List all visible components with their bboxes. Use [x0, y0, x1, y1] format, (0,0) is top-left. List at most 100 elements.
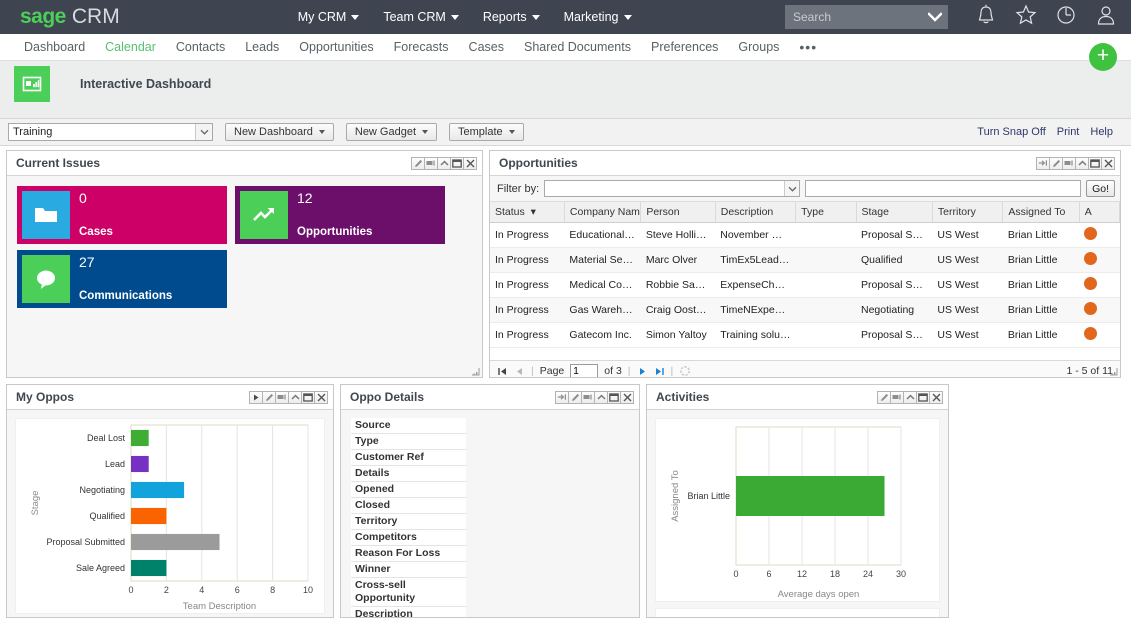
close-icon[interactable] — [620, 391, 634, 404]
prev-page-icon[interactable] — [514, 366, 525, 377]
pencil-icon[interactable] — [1049, 157, 1063, 170]
dashboard-select[interactable]: Training — [8, 123, 213, 141]
star-icon[interactable] — [1015, 3, 1037, 29]
global-search[interactable] — [785, 5, 948, 29]
refresh-icon[interactable] — [679, 365, 691, 377]
col-territory[interactable]: Territory — [932, 202, 1002, 222]
table-row[interactable]: In Progress Gas Warehou... Craig Oosthui… — [490, 297, 1120, 322]
minimize-icon[interactable] — [594, 391, 608, 404]
maximize-icon[interactable] — [607, 391, 621, 404]
new-gadget-button[interactable]: New Gadget — [346, 123, 437, 141]
tab-opportunities[interactable]: Opportunities — [289, 34, 383, 60]
table-row[interactable]: In Progress Educational S... Steve Holli… — [490, 222, 1120, 247]
my-oppos-chart-card: Deal LostLeadNegotiatingQualifiedProposa… — [15, 418, 325, 614]
col-type[interactable]: Type — [796, 202, 856, 222]
topnav-marketing[interactable]: Marketing — [564, 10, 632, 24]
pencil-icon[interactable] — [411, 157, 425, 170]
cell-avatar — [1079, 322, 1119, 347]
pencil-icon[interactable] — [568, 391, 582, 404]
play-icon[interactable] — [249, 391, 263, 404]
table-row[interactable]: In Progress Material Servi... Marc Olver… — [490, 247, 1120, 272]
pencil-icon[interactable] — [262, 391, 276, 404]
add-button[interactable]: + — [1089, 43, 1117, 71]
cell-person: Steve Hollinger — [641, 222, 715, 247]
collapse-left-icon[interactable] — [890, 391, 904, 404]
clock-icon[interactable] — [1055, 3, 1077, 29]
cell-company: Educational S... — [564, 222, 640, 247]
opportunities-pager: | Page of 3 | | 1 - 5 of 11 — [490, 360, 1120, 378]
next-page-icon[interactable] — [637, 366, 648, 377]
svg-text:Sale Agreed: Sale Agreed — [76, 563, 125, 573]
tab-more-menu[interactable]: ••• — [789, 34, 827, 60]
col-description[interactable]: Description — [715, 202, 795, 222]
tab-cases[interactable]: Cases — [459, 34, 514, 60]
maximize-icon[interactable] — [450, 157, 464, 170]
minimize-icon[interactable] — [437, 157, 451, 170]
col-person[interactable]: Person — [641, 202, 715, 222]
filter-field-select[interactable] — [544, 180, 800, 197]
filter-go-button[interactable]: Go! — [1086, 180, 1115, 197]
collapse-left-icon[interactable] — [424, 157, 438, 170]
tab-leads[interactable]: Leads — [235, 34, 289, 60]
sage-crm-logo[interactable]: sage CRM — [0, 5, 120, 29]
new-dashboard-button[interactable]: New Dashboard — [225, 123, 334, 141]
pager-divider: | — [671, 365, 674, 377]
topnav-reports[interactable]: Reports — [483, 10, 540, 24]
chevron-down-icon[interactable] — [784, 181, 799, 196]
print-link[interactable]: Print — [1057, 126, 1080, 138]
chevron-down-icon[interactable] — [195, 124, 212, 140]
topnav-my-crm[interactable]: My CRM — [298, 10, 360, 24]
expand-icon[interactable] — [1036, 157, 1050, 170]
filter-value-input[interactable] — [805, 180, 1081, 197]
first-page-icon[interactable] — [497, 366, 508, 377]
close-icon[interactable] — [463, 157, 477, 170]
tab-dashboard[interactable]: Dashboard — [14, 34, 95, 60]
maximize-icon[interactable] — [916, 391, 930, 404]
col-assigned-to[interactable]: Assigned To — [1003, 202, 1079, 222]
col-company-name[interactable]: Company Name — [564, 202, 640, 222]
topnav-team-crm[interactable]: Team CRM — [383, 10, 459, 24]
expand-icon[interactable] — [555, 391, 569, 404]
last-page-icon[interactable] — [654, 366, 665, 377]
collapse-left-icon[interactable] — [1062, 157, 1076, 170]
close-icon[interactable] — [1101, 157, 1115, 170]
col-avatar[interactable]: A — [1079, 202, 1119, 222]
topnav-team-crm-label: Team CRM — [383, 10, 446, 24]
tab-contacts[interactable]: Contacts — [166, 34, 235, 60]
search-dropdown-icon[interactable] — [922, 12, 948, 22]
col-status[interactable]: Status ▾ — [490, 202, 564, 222]
minimize-icon[interactable] — [288, 391, 302, 404]
resize-grip[interactable] — [1109, 367, 1118, 376]
user-icon[interactable] — [1095, 3, 1117, 29]
table-row[interactable]: In Progress Medical Corp.... Robbie Sass… — [490, 272, 1120, 297]
collapse-left-icon[interactable] — [581, 391, 595, 404]
close-icon[interactable] — [929, 391, 943, 404]
minimize-icon[interactable] — [1075, 157, 1089, 170]
avatar — [1084, 302, 1097, 315]
tab-forecasts[interactable]: Forecasts — [384, 34, 459, 60]
bell-icon[interactable] — [975, 3, 997, 29]
table-row[interactable]: In Progress Gatecom Inc. Simon Yaltoy Tr… — [490, 322, 1120, 347]
tile-communications[interactable]: 27 Communications — [17, 250, 227, 308]
pencil-icon[interactable] — [877, 391, 891, 404]
close-icon[interactable] — [314, 391, 328, 404]
maximize-icon[interactable] — [301, 391, 315, 404]
turn-snap-off-link[interactable]: Turn Snap Off — [977, 126, 1045, 138]
page-number-input[interactable] — [570, 364, 598, 377]
search-input[interactable] — [785, 9, 922, 25]
tab-preferences[interactable]: Preferences — [641, 34, 728, 60]
tab-calendar[interactable]: Calendar — [95, 34, 166, 60]
tile-cases[interactable]: 0 Cases — [17, 186, 227, 244]
col-stage[interactable]: Stage — [856, 202, 932, 222]
template-button[interactable]: Template — [449, 123, 524, 141]
maximize-icon[interactable] — [1088, 157, 1102, 170]
collapse-left-icon[interactable] — [275, 391, 289, 404]
help-link[interactable]: Help — [1090, 126, 1113, 138]
minimize-icon[interactable] — [903, 391, 917, 404]
tab-shared-documents[interactable]: Shared Documents — [514, 34, 641, 60]
pager-divider: | — [531, 365, 534, 377]
resize-grip[interactable] — [471, 367, 480, 376]
tile-opportunities[interactable]: 12 Opportunities — [235, 186, 445, 244]
cell-stage: Qualified — [856, 247, 932, 272]
tab-groups[interactable]: Groups — [728, 34, 789, 60]
